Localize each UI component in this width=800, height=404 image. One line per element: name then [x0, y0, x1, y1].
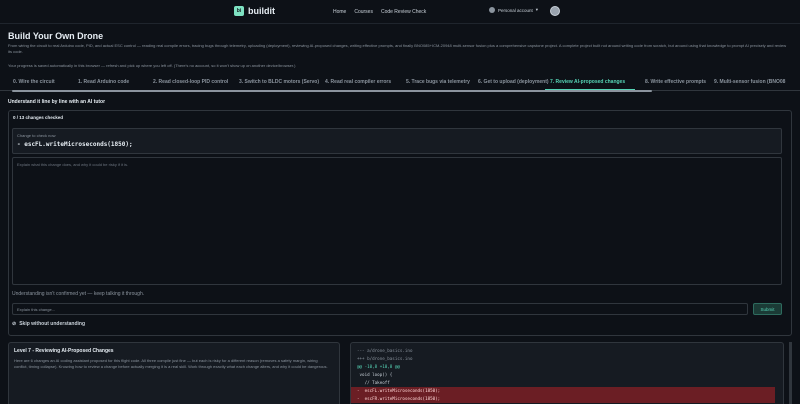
progress-note: Your progress is saved automatically in …: [8, 63, 296, 68]
logo[interactable]: bi buildit: [234, 6, 275, 16]
top-nav: bi buildit Home Courses Code Review Chec…: [0, 0, 800, 24]
diff-line: +++ b/drone_basics.ino: [357, 356, 413, 361]
tab-level-1[interactable]: 1. Read Arduino code: [78, 79, 129, 85]
tab-level-7[interactable]: 7. Review AI-proposed changes: [550, 79, 625, 85]
diff-line: @@ -10,8 +10,8 @@: [357, 364, 400, 369]
tabs-scrollbar[interactable]: [12, 90, 652, 92]
skip-button[interactable]: ⊘ Skip without understanding: [12, 321, 85, 327]
chat-prompt-text: Explain what this change does, and why i…: [17, 162, 129, 167]
tutor-heading: Understand it line by line with an AI tu…: [8, 99, 106, 105]
tab-level-8[interactable]: 8. Write effective prompts: [645, 79, 706, 85]
level-tabs: 0. Wire the circuit 1. Read Arduino code…: [0, 73, 800, 91]
tab-level-3[interactable]: 3. Switch to BLDC motors (Servo): [239, 79, 319, 85]
current-change-label: Change to check now: [17, 133, 56, 138]
tab-level-4[interactable]: 4. Read real compiler errors: [325, 79, 391, 85]
account-label: Personal account: [498, 7, 533, 13]
page-description: From wiring the circuit to real Arduino …: [8, 43, 787, 54]
account-icon: [489, 7, 495, 13]
submit-button[interactable]: Submit: [753, 303, 782, 315]
diff-line: // Takeoff: [357, 380, 390, 385]
nav-links: Home Courses Code Review Check: [333, 9, 426, 15]
diff-line[interactable]: - escFR.writeMicroseconds(1850);: [351, 395, 775, 403]
explain-input[interactable]: [12, 303, 748, 315]
level-description: Here are 6 changes an AI coding assistan…: [14, 358, 328, 369]
tab-level-5[interactable]: 5. Trace bugs via telemetry: [406, 79, 470, 85]
chevron-down-icon: ▾: [535, 7, 539, 12]
tab-level-2[interactable]: 2. Read closed-loop PID control: [153, 79, 228, 85]
diff-line: void loop() {: [357, 372, 393, 377]
nav-link-home[interactable]: Home: [333, 9, 346, 15]
diff-viewer: --- a/drone_basics.ino +++ b/drone_basic…: [350, 342, 784, 404]
diff-line[interactable]: - escFL.writeMicroseconds(1850);: [351, 387, 775, 395]
level-title: Level 7 - Reviewing AI-Proposed Changes: [14, 348, 114, 354]
page-title: Build Your Own Drone: [8, 31, 104, 41]
understanding-status: Understanding isn't confirmed yet — keep…: [12, 291, 145, 297]
logo-text: buildit: [248, 6, 275, 16]
nav-link-code-review-check[interactable]: Code Review Check: [381, 9, 426, 15]
account-switcher[interactable]: Personal account ▾: [489, 7, 538, 13]
chat-transcript-area: [12, 157, 782, 285]
diff-line: --- a/drone_basics.ino: [357, 348, 413, 353]
tab-level-6[interactable]: 6. Get to upload (deployment): [478, 79, 549, 85]
logo-icon: bi: [234, 6, 244, 16]
tab-level-9[interactable]: 9. Multi-sensor fusion (BNO08: [714, 79, 785, 85]
nav-link-courses[interactable]: Courses: [354, 9, 373, 15]
skip-icon: ⊘: [12, 321, 17, 327]
changes-checked-count: 0 / 13 changes checked: [13, 115, 64, 120]
diff-scrollbar[interactable]: [789, 342, 792, 404]
tab-level-0[interactable]: 0. Wire the circuit: [13, 79, 55, 85]
skip-label: Skip without understanding: [19, 321, 86, 327]
current-change-code: - escFL.writeMicroseconds(1850);: [17, 141, 133, 148]
avatar[interactable]: [550, 6, 560, 16]
